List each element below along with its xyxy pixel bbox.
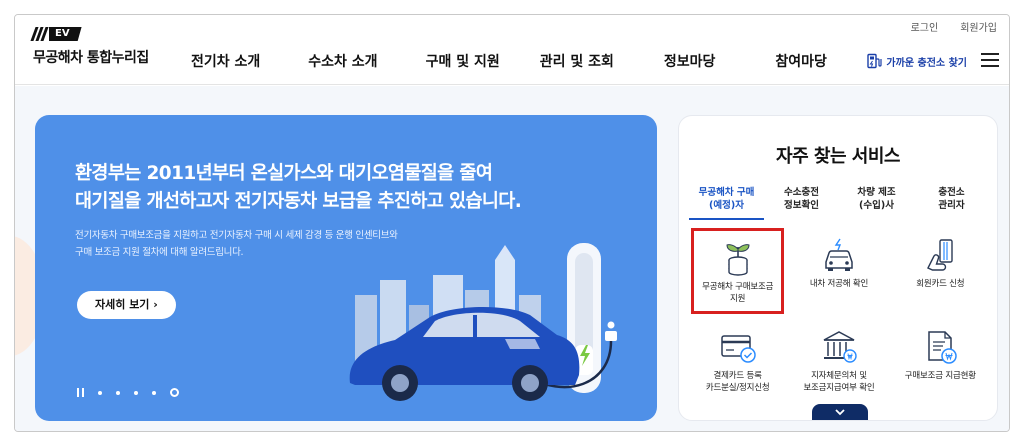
logo-text: 무공해차 통합누리집 [33,50,149,66]
government-building-icon [823,331,857,363]
nav-manage-inquiry[interactable]: 관리 및 조회 [540,51,614,71]
service-subsidy-status[interactable]: 구매보조금 지급현황 [890,320,991,406]
services-title: 자주 찾는 서비스 [776,146,900,167]
service-label-line1: 구매보조금 지급현황 [904,371,976,381]
site-logo[interactable]: EV 무공해차 통합누리집 [30,27,149,67]
service-label-line1: 결제카드 등록 [713,371,762,381]
hamburger-icon[interactable] [981,53,999,67]
main-nav: 전기차 소개 수소차 소개 구매 및 지원 관리 및 조회 정보마당 참여마당 [185,51,827,71]
service-label-line1: 지자체문의처 및 [811,371,867,381]
browser-frame: EV 무공해차 통합누리집 전기차 소개 수소차 소개 구매 및 지원 관리 및… [14,14,1010,432]
service-label-line2: 보조금지급여부 확인 [803,383,875,393]
nav-participation[interactable]: 참여마당 [775,51,827,71]
service-local-gov-contact[interactable]: 지자체문의처 및 보조금지급여부 확인 [788,320,889,406]
service-label: 무공해차 구매보조금 지원 [702,281,773,305]
car-check-icon [825,238,853,271]
site-header: EV 무공해차 통합누리집 전기차 소개 수소차 소개 구매 및 지원 관리 및… [15,15,1009,85]
service-member-card[interactable]: 회원카드 신청 [890,228,991,314]
slide-controls [77,388,179,397]
nav-info[interactable]: 정보마당 [664,51,716,71]
expand-services-button[interactable] [812,404,868,420]
tab-label-line2: 관리자 [938,200,965,211]
slide-dot-4[interactable] [152,390,156,395]
more-details-button[interactable]: 자세히 보기 › [77,291,176,319]
service-low-emission-check[interactable]: 내차 저공해 확인 [788,228,889,314]
pause-icon[interactable] [77,388,84,397]
slide-dot-5[interactable] [170,388,179,397]
service-payment-card[interactable]: 결제카드 등록 카드분실/정지신청 [687,320,788,406]
services-tabs: 무공해차 구매 (예정)자 수소충전 정보확인 차량 제조 (수입)사 충전소 … [689,186,989,220]
hero-title: 환경부는 2011년부터 온실가스와 대기오염물질을 줄여 대기질을 개선하고자… [75,160,522,216]
service-label: 회원카드 신청 [916,278,964,290]
service-label: 결제카드 등록 카드분실/정지신청 [706,370,770,394]
tab-label-line2: (예정)자 [709,200,744,211]
logo-mark: EV [30,27,149,41]
login-link[interactable]: 로그인 [911,19,939,34]
hero-title-line2: 대기질을 개선하고자 전기자동차 보급을 추진하고 있습니다. [75,191,522,212]
ev-charging-illustration [349,243,617,401]
tab-label-line2: 정보확인 [784,200,819,211]
tab-manufacturer[interactable]: 차량 제조 (수입)사 [839,186,914,220]
tab-label-line1: 충전소 [938,187,965,198]
tab-station-manager[interactable]: 충전소 관리자 [914,186,989,220]
card-hand-icon [927,239,954,271]
find-charger-label: 가까운 충전소 찾기 [886,57,967,69]
hero-title-line1: 환경부는 2011년부터 온실가스와 대기오염물질을 줄여 [75,163,493,184]
tab-label-line1: 무공해차 구매 [698,187,755,198]
nav-hydrogen-intro[interactable]: 수소차 소개 [308,51,377,71]
slide-dot-2[interactable] [116,390,120,395]
tab-hydrogen-info[interactable]: 수소충전 정보확인 [764,186,839,220]
chevron-down-icon [835,408,845,415]
service-label: 구매보조금 지급현황 [905,370,976,382]
slide-dot-1[interactable] [98,390,102,395]
service-label-line2: 지원 [730,294,746,304]
service-purchase-subsidy[interactable]: 무공해차 구매보조금 지원 [691,228,785,314]
hero-banner: 환경부는 2011년부터 온실가스와 대기오염물질을 줄여 대기질을 개선하고자… [35,115,657,421]
logo-stripes [30,27,49,41]
tab-ev-buyer[interactable]: 무공해차 구매 (예정)자 [689,186,764,220]
join-link[interactable]: 회원가입 [960,19,997,34]
logo-badge: EV [49,27,82,41]
tab-label-line1: 차량 제조 [857,187,896,198]
money-plant-icon [726,244,750,276]
find-charger-link[interactable]: 가까운 충전소 찾기 [866,53,967,69]
nav-ev-intro[interactable]: 전기차 소개 [191,51,260,71]
tab-label-line2: (수입)사 [859,200,894,211]
service-label: 지자체문의처 및 보조금지급여부 확인 [803,370,874,394]
slide-dot-3[interactable] [134,390,138,395]
nav-purchase-support[interactable]: 구매 및 지원 [426,51,500,71]
card-check-icon [720,335,756,363]
service-label: 내차 저공해 확인 [809,278,869,290]
tab-label-line1: 수소충전 [784,187,819,198]
services-grid: 무공해차 구매보조금 지원 내차 저공해 확인 회원카드 신청 결제카드 등록 … [687,228,991,406]
util-links: 로그인 회원가입 [911,19,997,34]
service-label-line2: 카드분실/정지신청 [705,383,770,393]
charger-station-icon [867,53,883,69]
service-label-line1: 무공해차 구매보조금 [702,282,774,292]
service-label-line1: 회원카드 신청 [916,279,965,289]
document-won-icon [928,331,958,364]
frequent-services-panel: 자주 찾는 서비스 무공해차 구매 (예정)자 수소충전 정보확인 차량 제조 … [678,115,998,421]
service-label-line1: 내차 저공해 확인 [809,279,869,289]
